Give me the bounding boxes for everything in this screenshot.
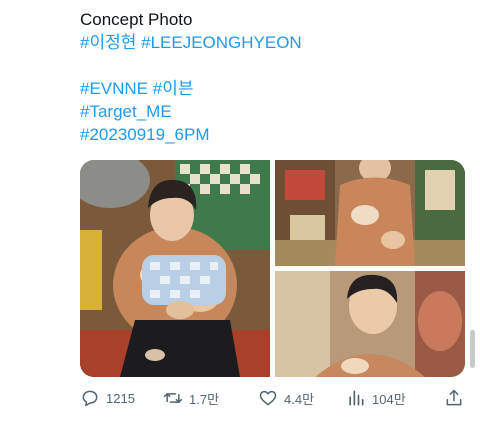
- scrollbar[interactable]: [470, 330, 475, 368]
- hashtag-target-me[interactable]: #Target_ME: [80, 102, 172, 121]
- hashtag-lee-jeonghyeon-kr[interactable]: #이정현: [80, 33, 136, 52]
- hashtag-line-1: #이정현 #LEEJEONGHYEON: [80, 31, 470, 54]
- hashtag-line-3: #Target_ME: [80, 100, 470, 123]
- hashtag-evnne-kr[interactable]: #이븐: [153, 79, 194, 98]
- concept-photo-1[interactable]: [80, 160, 270, 377]
- retweet-icon: [163, 393, 183, 403]
- hashtag-line-2: #EVNNE #이븐: [80, 77, 470, 100]
- like-button[interactable]: 4.4만: [258, 384, 314, 412]
- views-button[interactable]: 104만: [346, 384, 406, 412]
- heart-icon: [259, 390, 277, 406]
- reply-icon: [82, 390, 98, 407]
- share-icon: [446, 389, 462, 406]
- hashtag-line-4: #20230919_6PM: [80, 123, 470, 146]
- like-count: 4.4만: [284, 391, 315, 407]
- tweet-actions: 1215 1.7만 4.4만 104만: [78, 384, 468, 412]
- hashtag-evnne[interactable]: #EVNNE: [80, 79, 148, 98]
- views-count: 104만: [372, 391, 406, 407]
- reply-button[interactable]: 1215: [80, 384, 135, 412]
- tweet-text: Concept Photo #이정현 #LEEJEONGHYEON #EVNNE…: [80, 8, 470, 146]
- concept-photo-2[interactable]: [275, 160, 465, 266]
- hashtag-leejeonghyeon[interactable]: #LEEJEONGHYEON: [141, 33, 302, 52]
- concept-photo-3[interactable]: [275, 271, 465, 377]
- share-button[interactable]: [444, 384, 464, 412]
- tweet-title: Concept Photo: [80, 10, 193, 29]
- media-grid: [80, 160, 465, 377]
- views-chart-icon: [349, 390, 364, 406]
- hashtag-date[interactable]: #20230919_6PM: [80, 125, 210, 144]
- retweet-count: 1.7만: [189, 391, 220, 407]
- retweet-button[interactable]: 1.7만: [163, 384, 219, 412]
- reply-count: 1215: [106, 390, 135, 406]
